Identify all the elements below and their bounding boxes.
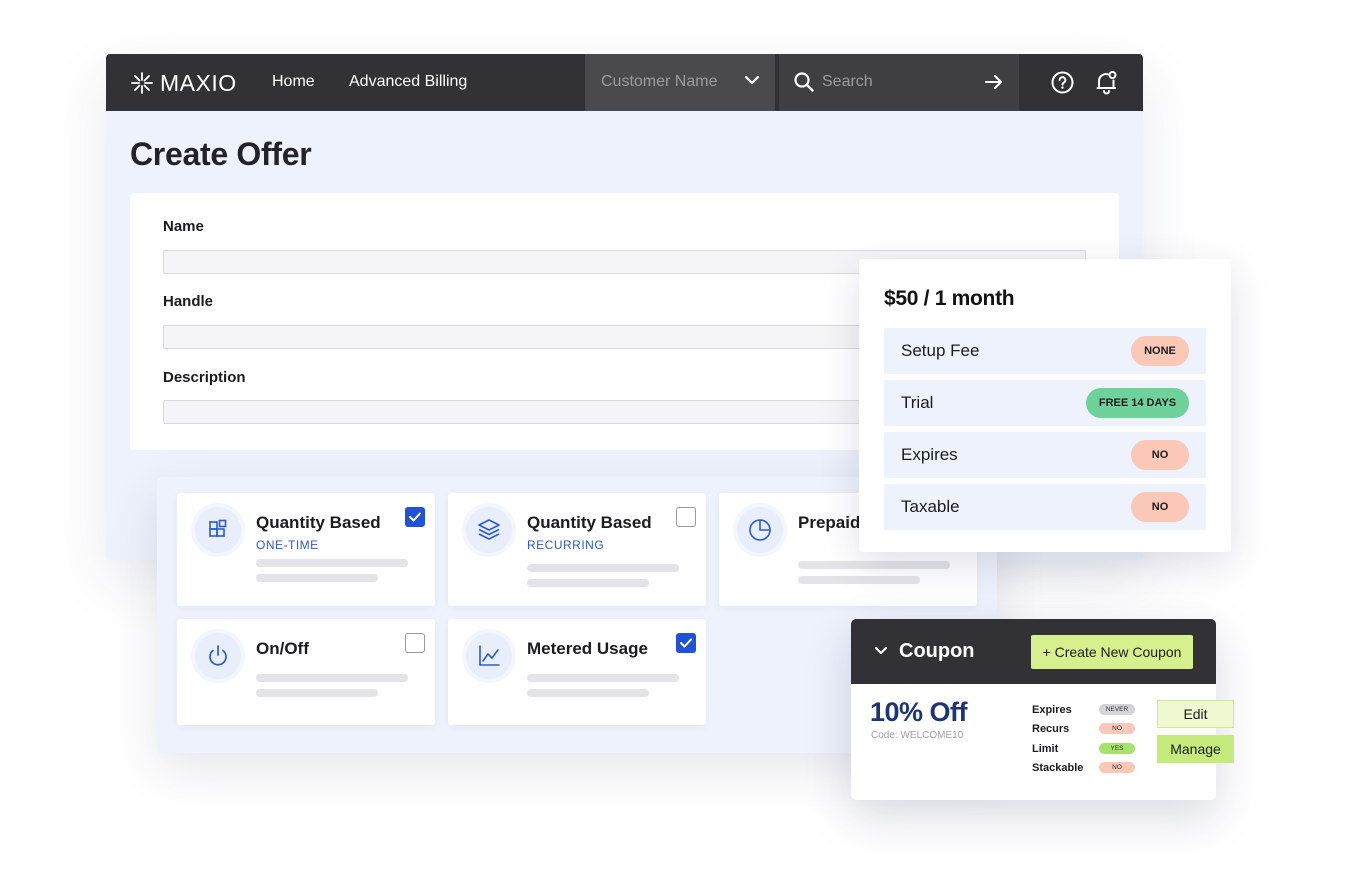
placeholder-line	[527, 674, 679, 682]
name-label: Name	[163, 218, 204, 235]
arrow-right-icon[interactable]	[983, 71, 1005, 93]
placeholder-line	[798, 576, 920, 584]
coupon-panel: Coupon + Create New Coupon 10% Off Code:…	[851, 619, 1234, 800]
coupon-attr-label: Limit	[1032, 743, 1059, 755]
blocks-icon	[195, 507, 241, 553]
page-title: Create Offer	[130, 136, 312, 172]
search-icon	[794, 72, 814, 92]
price-row-label: Taxable	[901, 497, 960, 516]
product-type-card[interactable]: On/Off	[177, 619, 435, 725]
coupon-title: Coupon	[899, 640, 975, 662]
price-row-label: Expires	[901, 445, 958, 464]
product-type-subtitle: RECURRING	[527, 538, 605, 552]
product-type-subtitle: ONE-TIME	[256, 538, 319, 552]
product-type-title: Prepaid	[798, 513, 861, 532]
placeholder-line	[527, 689, 649, 697]
checkbox-unchecked[interactable]	[405, 633, 425, 653]
status-badge: NO	[1131, 440, 1189, 470]
logo-wordmark: MAXIO	[160, 69, 237, 96]
power-icon	[195, 633, 241, 679]
manage-coupon-button[interactable]: Manage	[1157, 735, 1234, 763]
maxio-logo-icon	[131, 72, 153, 94]
placeholder-line	[256, 689, 378, 697]
product-type-title: Quantity Based	[256, 513, 381, 532]
chevron-down-icon[interactable]	[874, 644, 888, 658]
placeholder-line	[256, 559, 408, 567]
coupon-discount: 10% Off	[870, 697, 968, 727]
placeholder-line	[527, 564, 679, 572]
coupon-code: Code: WELCOME10	[871, 730, 964, 741]
line-chart-icon	[466, 633, 512, 679]
customer-select-placeholder: Customer Name	[601, 73, 718, 90]
search-input[interactable]: Search	[779, 54, 1019, 111]
placeholder-line	[256, 674, 408, 682]
product-type-card[interactable]: Quantity Based RECURRING	[448, 493, 706, 606]
customer-name-select[interactable]: Customer Name	[585, 54, 775, 111]
nav-advanced-billing-link[interactable]: Advanced Billing	[349, 73, 467, 91]
coupon-attr-badge: NEVER	[1099, 704, 1135, 715]
product-type-title: On/Off	[256, 639, 309, 658]
maxio-logo[interactable]: MAXIO	[130, 69, 237, 97]
coupon-attr-badge: YES	[1099, 743, 1135, 754]
checkbox-checked[interactable]	[405, 507, 425, 527]
price-title: $50 / 1 month	[884, 287, 1015, 310]
price-row-expires: Expires NO	[884, 432, 1206, 478]
create-new-coupon-button[interactable]: + Create New Coupon	[1031, 635, 1193, 669]
price-row-trial: Trial FREE 14 DAYS	[884, 380, 1206, 426]
product-type-card[interactable]: Quantity Based ONE-TIME	[177, 493, 435, 606]
price-row-label: Setup Fee	[901, 341, 980, 360]
chevron-down-icon	[744, 75, 760, 85]
top-navigation-bar: MAXIO Home Advanced Billing Customer Nam…	[106, 54, 1143, 111]
checkbox-unchecked[interactable]	[676, 507, 696, 527]
price-row-taxable: Taxable NO	[884, 484, 1206, 530]
product-type-title: Metered Usage	[527, 639, 648, 658]
status-badge: FREE 14 DAYS	[1086, 388, 1189, 418]
coupon-attr-badge: NO	[1099, 723, 1135, 734]
price-row-setup-fee: Setup Fee NONE	[884, 328, 1206, 374]
checkbox-checked[interactable]	[676, 633, 696, 653]
layers-icon	[466, 507, 512, 553]
coupon-attr-badge: NO	[1099, 762, 1135, 773]
coupon-header: Coupon + Create New Coupon	[851, 619, 1216, 684]
coupon-attr-label: Recurs	[1032, 723, 1070, 735]
placeholder-line	[798, 561, 950, 569]
status-badge: NONE	[1131, 336, 1189, 366]
product-type-card[interactable]: Metered Usage	[448, 619, 706, 725]
description-label: Description	[163, 369, 246, 386]
handle-label: Handle	[163, 293, 214, 310]
coupon-attr-label: Expires	[1032, 704, 1072, 716]
price-row-label: Trial	[901, 393, 934, 412]
status-badge: NO	[1131, 492, 1189, 522]
bell-icon[interactable]	[1094, 69, 1119, 96]
help-icon[interactable]	[1050, 70, 1075, 95]
coupon-attr-label: Stackable	[1032, 762, 1084, 774]
nav-home-link[interactable]: Home	[272, 73, 315, 91]
price-summary-panel: $50 / 1 month Setup Fee NONE Trial FREE …	[859, 259, 1231, 552]
placeholder-line	[527, 579, 649, 587]
placeholder-line	[256, 574, 378, 582]
product-type-title: Quantity Based	[527, 513, 652, 532]
pie-chart-icon	[737, 507, 783, 553]
edit-coupon-button[interactable]: Edit	[1157, 700, 1234, 728]
search-placeholder: Search	[822, 73, 873, 90]
